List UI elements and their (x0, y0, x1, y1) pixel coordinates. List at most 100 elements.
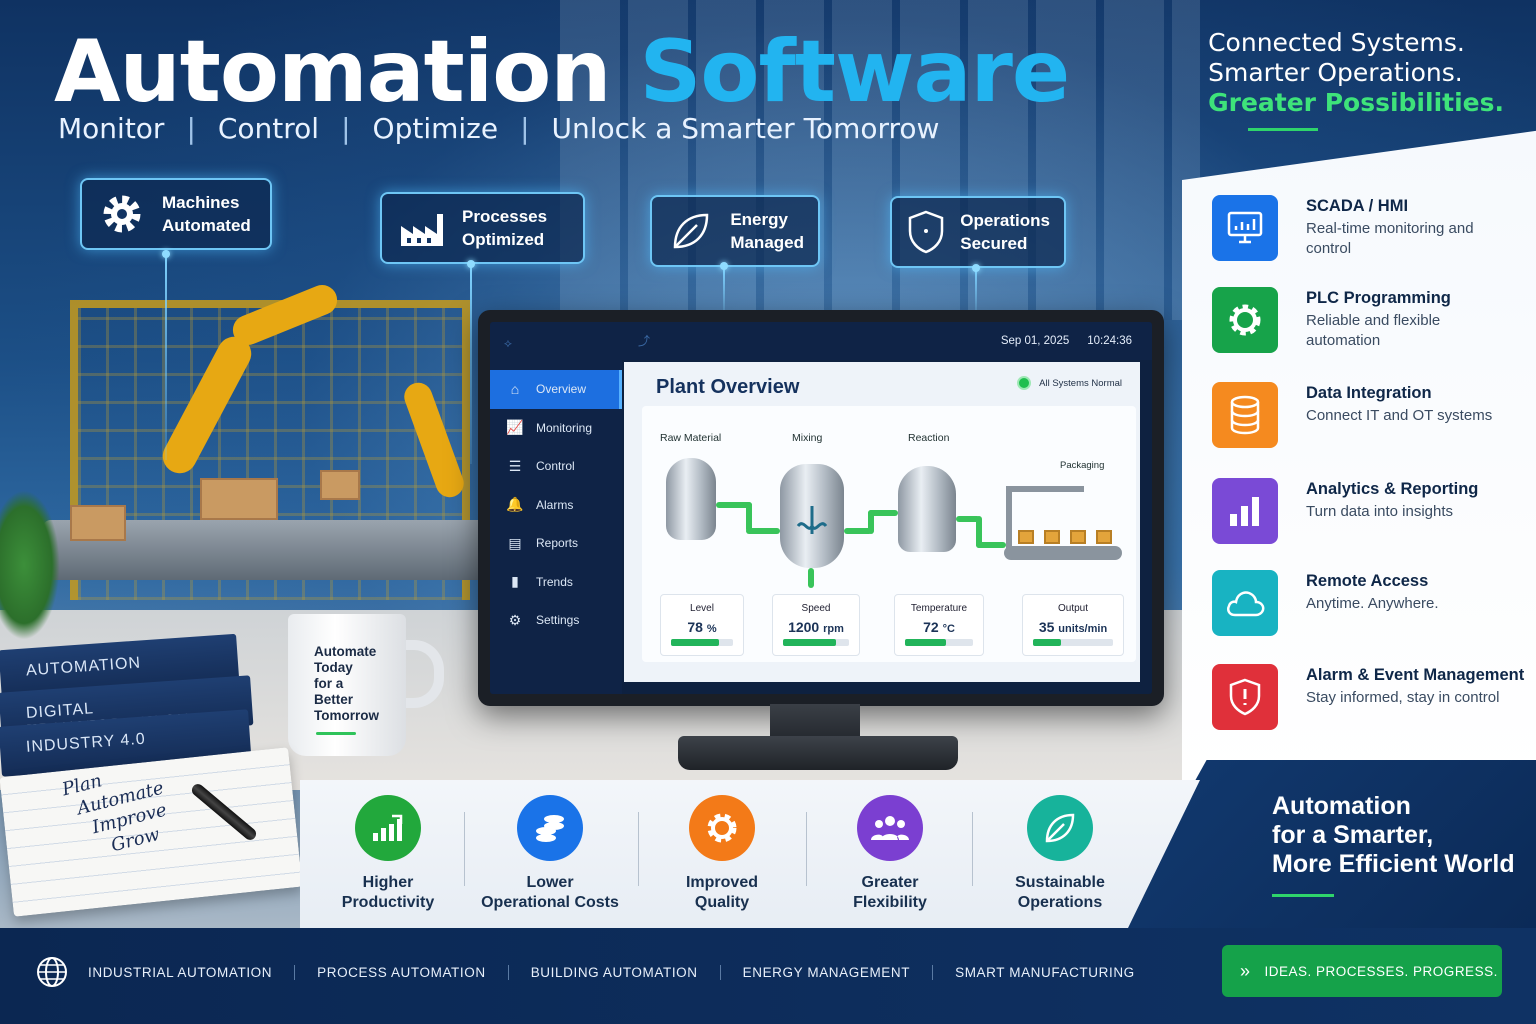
footer-link-process[interactable]: PROCESS AUTOMATION (294, 964, 508, 980)
shield-alert-icon (1212, 664, 1278, 730)
solution-alarm-event[interactable]: Alarm & Event Management Stay informed, s… (1212, 664, 1524, 730)
benefit-line1: Greater (861, 874, 919, 891)
sliders-icon: ☰ (508, 457, 522, 474)
metric-bar-fill (905, 639, 946, 646)
menu-icon[interactable]: ⤴ (638, 332, 650, 349)
monitor-chart-icon (1212, 195, 1278, 261)
metric-bar (1033, 639, 1113, 646)
solution-data-integration[interactable]: Data Integration Connect IT and OT system… (1212, 382, 1492, 448)
metric-bar (783, 639, 849, 646)
closing-line1: Automation (1272, 792, 1411, 820)
solution-plc[interactable]: PLC Programming Reliable and flexible aut… (1212, 287, 1516, 353)
sidebar-item-overview[interactable]: ⌂ Overview (490, 370, 622, 409)
callout-line1: Energy (730, 210, 788, 229)
database-icon (1212, 382, 1278, 448)
metric-bar-fill (671, 639, 720, 646)
benefit-divider (464, 812, 465, 886)
packaging-conveyor[interactable] (1004, 546, 1122, 560)
connector-line (165, 250, 167, 460)
raw-material-tank[interactable] (666, 458, 716, 540)
page-title: Automation Software (54, 22, 1070, 122)
leaf-icon (1027, 795, 1093, 861)
reaction-tank[interactable] (898, 466, 956, 552)
benefit-divider (638, 812, 639, 886)
connector-line (975, 266, 977, 314)
sidebar-item-alarms[interactable]: 🔔 Alarms (490, 486, 622, 525)
solution-remote-access[interactable]: Remote Access Anytime. Anywhere. (1212, 570, 1439, 636)
plant-overview-panel: Plant Overview All Systems Normal Raw Ma… (624, 362, 1140, 682)
subtitle-monitor: Monitor (58, 112, 165, 145)
footer-link-industrial[interactable]: INDUSTRIAL AUTOMATION (88, 965, 294, 980)
callout-energy: Energy Managed (650, 195, 820, 267)
sidebar-item-label: Reports (536, 536, 579, 551)
sidebar-item-label: Overview (536, 382, 587, 397)
process-diagram: Raw Material Mixing Reaction Packaging L… (642, 406, 1136, 662)
callout-line2: Secured (960, 234, 1028, 253)
footer-link-building[interactable]: BUILDING AUTOMATION (507, 964, 720, 980)
benefit-line1: Higher (362, 874, 414, 891)
team-icon (857, 795, 923, 861)
bar-chart-icon (1212, 478, 1278, 544)
metric-unit: rpm (823, 623, 844, 635)
metric-bar (905, 639, 973, 646)
closing-underline (1272, 894, 1334, 897)
subtitle-control: Control (217, 112, 320, 145)
benefit-costs: Lower Operational Costs (470, 795, 630, 913)
solution-desc: Stay informed, stay in control (1306, 689, 1500, 706)
metric-bar-fill (783, 639, 836, 646)
globe-icon (37, 957, 67, 987)
pipe (808, 568, 814, 588)
sidebar-item-label: Trends (536, 574, 573, 589)
footer-link-manufacturing[interactable]: SMART MANUFACTURING (932, 964, 1157, 980)
subtitle-tomorrow: Unlock a Smarter Tomorrow (551, 112, 940, 145)
pipe (976, 542, 1006, 548)
bars-icon: ▮ (511, 573, 519, 590)
solution-desc: Connect IT and OT systems (1306, 407, 1493, 424)
benefit-line2: Operations (1017, 894, 1103, 911)
benefit-quality: Improved Quality (642, 795, 802, 913)
solution-title: Data Integration (1306, 384, 1432, 402)
callout-processes: Processes Optimized (380, 192, 585, 264)
shield-icon (906, 206, 946, 258)
monitor-base (678, 736, 958, 770)
metric-label: Speed (801, 603, 831, 614)
solution-title: SCADA / HMI (1306, 197, 1409, 215)
footer-nav: INDUSTRIAL AUTOMATION PROCESS AUTOMATION… (36, 956, 1157, 988)
status-ok-icon (1017, 376, 1032, 390)
solution-scada[interactable]: SCADA / HMI Real-time monitoring and cont… (1212, 195, 1516, 261)
solution-desc: Turn data into insights (1306, 503, 1454, 520)
bell-icon: 🔔 (506, 496, 524, 513)
benefit-line2: Operational Costs (481, 894, 619, 911)
connector-line (470, 264, 472, 464)
stage-label: Reaction (908, 432, 950, 444)
package-box (1044, 530, 1060, 544)
sidebar-item-trends[interactable]: ▮ Trends (490, 563, 622, 602)
dashboard-screen: ⟡ ⌂ Overview 📈 Monitoring ☰ Control 🔔 Al… (490, 322, 1152, 694)
sidebar-item-reports[interactable]: ▤ Reports (490, 524, 622, 563)
mug-text: Better (314, 692, 354, 707)
solution-analytics[interactable]: Analytics & Reporting Turn data into insi… (1212, 478, 1478, 544)
package-box (1070, 530, 1086, 544)
metric-level[interactable]: Level 78 % (660, 594, 744, 656)
callout-line2: Automated (162, 216, 251, 235)
monitor: ⟡ ⌂ Overview 📈 Monitoring ☰ Control 🔔 Al… (478, 310, 1164, 706)
callout-machines: Machines Automated (80, 178, 272, 250)
metric-output[interactable]: Output 35 units/min (1022, 594, 1124, 656)
dashboard-topbar: ⤴ Sep 01, 2025 10:24:36 (622, 322, 1152, 360)
callout-line1: Processes (462, 207, 548, 226)
home-icon: ⌂ (510, 381, 520, 398)
sidebar-item-control[interactable]: ☰ Control (490, 447, 622, 486)
tagline-underline (1248, 128, 1318, 131)
sidebar-item-monitoring[interactable]: 📈 Monitoring (490, 409, 622, 448)
cardboard-box (320, 470, 360, 500)
cta-button[interactable]: » IDEAS. PROCESSES. PROGRESS. (1222, 945, 1502, 997)
subtitle-separator: | (186, 112, 196, 145)
connector-dot (467, 260, 475, 268)
agitator-icon (796, 506, 828, 534)
metric-temperature[interactable]: Temperature 72 °C (894, 594, 984, 656)
tagline-line2: Smarter Operations. (1208, 58, 1463, 87)
sidebar-item-settings[interactable]: ⚙ Settings (490, 601, 622, 640)
footer-link-energy[interactable]: ENERGY MANAGEMENT (719, 964, 932, 980)
metric-speed[interactable]: Speed 1200 rpm (772, 594, 860, 656)
metric-label: Output (1057, 603, 1089, 614)
